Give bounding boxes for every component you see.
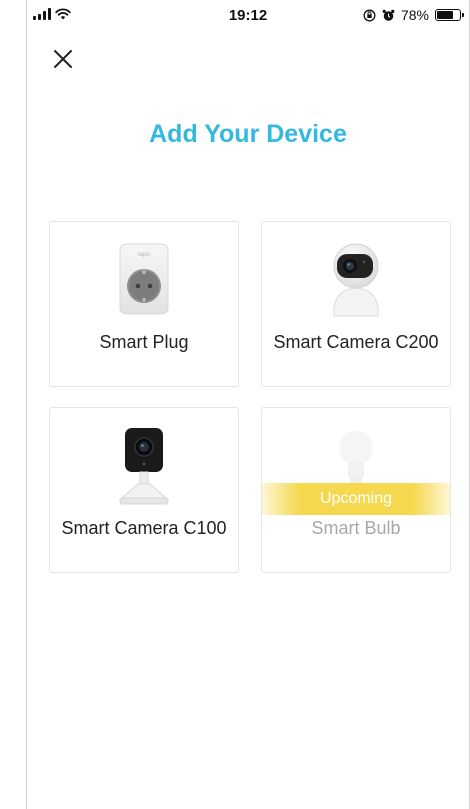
close-icon[interactable] — [52, 48, 74, 70]
smart-plug-icon: tapo — [119, 243, 169, 315]
home-camera-icon — [119, 428, 169, 505]
battery-percent: 78% — [400, 7, 429, 23]
device-card-smart-plug[interactable]: tapo Smart Plug — [49, 221, 239, 387]
device-label-smart-plug: Smart Plug — [99, 332, 189, 352]
status-bar: 19:12 78% — [27, 0, 469, 30]
device-label-smart-bulb: Smart Bulb — [311, 518, 401, 538]
device-label-smart-camera-c100: Smart Camera C100 — [61, 518, 227, 538]
battery-icon — [435, 9, 464, 21]
orientation-lock-icon — [363, 9, 376, 21]
device-card-smart-camera-c100[interactable]: Smart Camera C100 — [49, 407, 239, 573]
pan-tilt-camera-icon — [333, 243, 379, 317]
upcoming-badge: Upcoming — [262, 483, 450, 515]
device-card-smart-camera-c200[interactable]: Smart Camera C200 — [261, 221, 451, 387]
screen: 19:12 78% Add Your Device tapo Smart Plu… — [0, 0, 470, 809]
device-label-smart-camera-c200: Smart Camera C200 — [273, 332, 439, 352]
bulb-icon — [339, 431, 373, 484]
battery-fill — [437, 11, 453, 19]
plug-brand-text: tapo — [138, 252, 150, 258]
page-title: Add Your Device — [149, 120, 347, 148]
alarm-icon — [382, 9, 395, 21]
device-card-smart-bulb[interactable]: Upcoming Smart Bulb — [261, 407, 451, 573]
status-right: 78% — [363, 7, 464, 23]
